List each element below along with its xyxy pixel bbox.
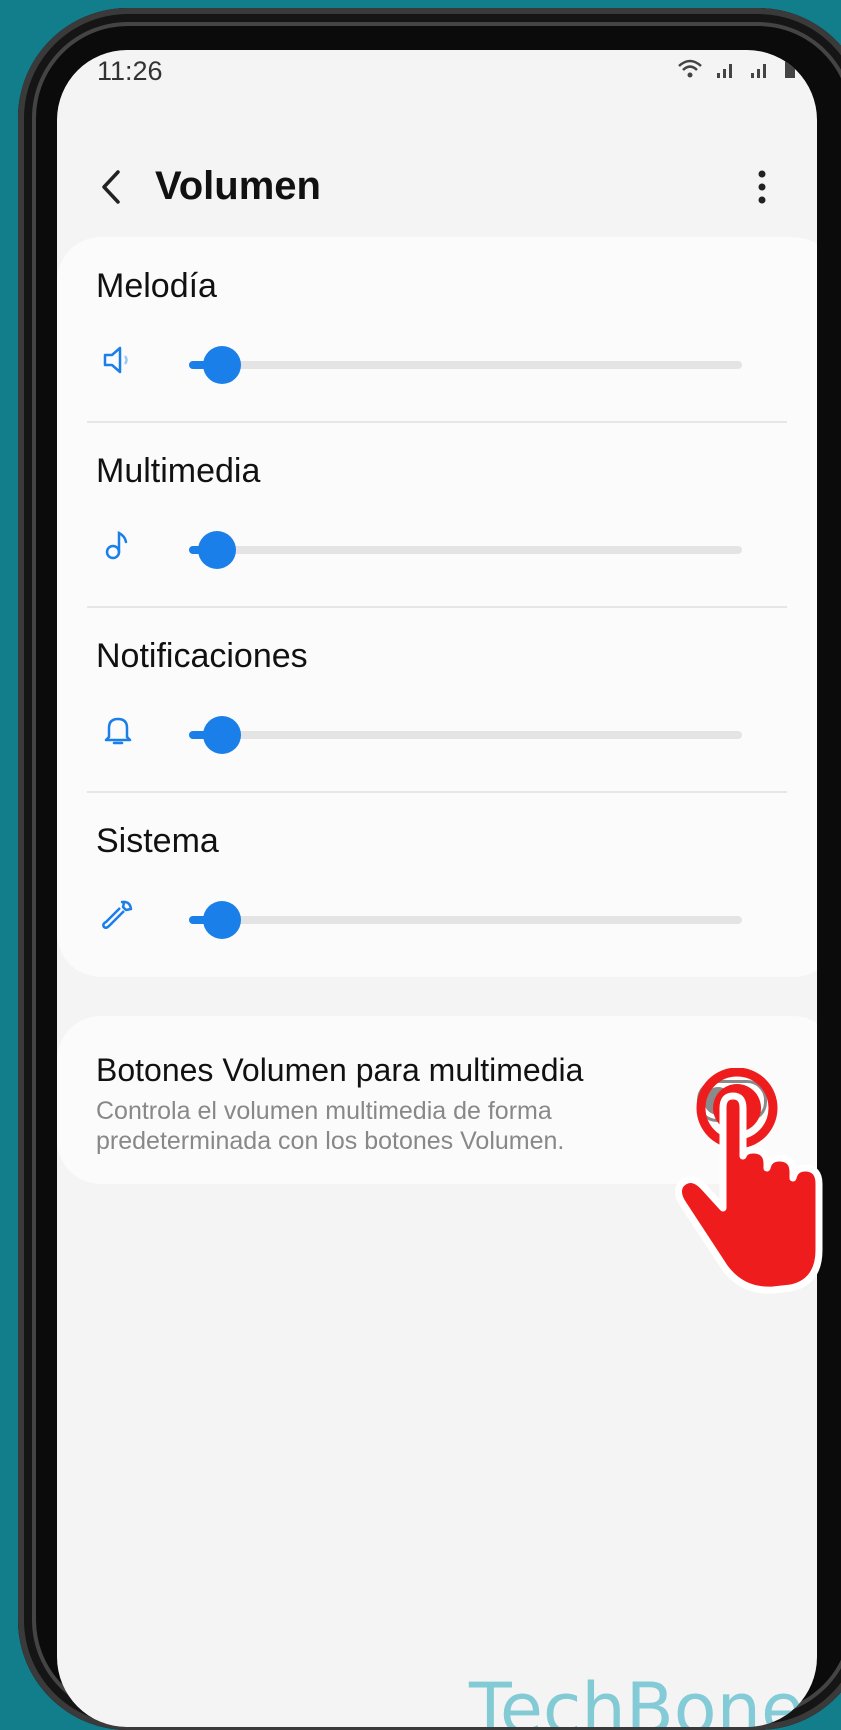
- wrench-icon[interactable]: [101, 898, 135, 932]
- more-options-button[interactable]: [747, 162, 777, 212]
- music-note-icon[interactable]: [101, 528, 135, 562]
- phone-screen: 11:26 Volumen Melodía Multimedia Notific…: [57, 50, 817, 1727]
- volume-row-melodia: Melodía: [57, 237, 817, 421]
- slider-thumb[interactable]: [197, 531, 236, 569]
- volume-slider[interactable]: [189, 901, 742, 939]
- wifi-icon: [677, 59, 711, 85]
- status-icons: [673, 58, 797, 86]
- watermark-logo: TechBone: [469, 1668, 805, 1727]
- signal-icon: [749, 60, 779, 85]
- volume-label: Melodía: [96, 267, 217, 305]
- speaker-icon[interactable]: [101, 343, 135, 377]
- app-bar: Volumen: [57, 150, 817, 230]
- volume-row-notificaciones: Notificaciones: [57, 607, 817, 791]
- toggle-description: Controla el volumen multimedia de forma …: [96, 1097, 565, 1155]
- volume-settings-card: Melodía Multimedia Notificaciones Sistem…: [57, 237, 817, 977]
- back-button[interactable]: [92, 162, 142, 212]
- tap-hand-icon: [674, 1068, 823, 1294]
- page-title: Volumen: [155, 164, 321, 208]
- volume-label: Notificaciones: [96, 637, 308, 675]
- slider-thumb[interactable]: [203, 716, 242, 754]
- volume-row-multimedia: Multimedia: [57, 422, 817, 606]
- volume-slider[interactable]: [189, 346, 742, 384]
- toggle-title: Botones Volumen para multimedia: [96, 1052, 584, 1088]
- status-bar: 11:26: [57, 50, 817, 100]
- slider-thumb[interactable]: [203, 901, 242, 939]
- volume-slider[interactable]: [189, 716, 742, 754]
- slider-thumb[interactable]: [203, 346, 242, 384]
- more-vertical-icon: [758, 170, 766, 204]
- chevron-left-icon: [102, 170, 120, 204]
- volume-label: Sistema: [96, 822, 219, 860]
- volume-label: Multimedia: [96, 452, 261, 490]
- bell-icon[interactable]: [101, 713, 135, 747]
- status-time: 11:26: [97, 56, 163, 86]
- battery-icon: [783, 59, 797, 85]
- volume-row-sistema: Sistema: [57, 792, 817, 976]
- volume-slider[interactable]: [189, 531, 742, 569]
- signal-icon: [715, 60, 745, 85]
